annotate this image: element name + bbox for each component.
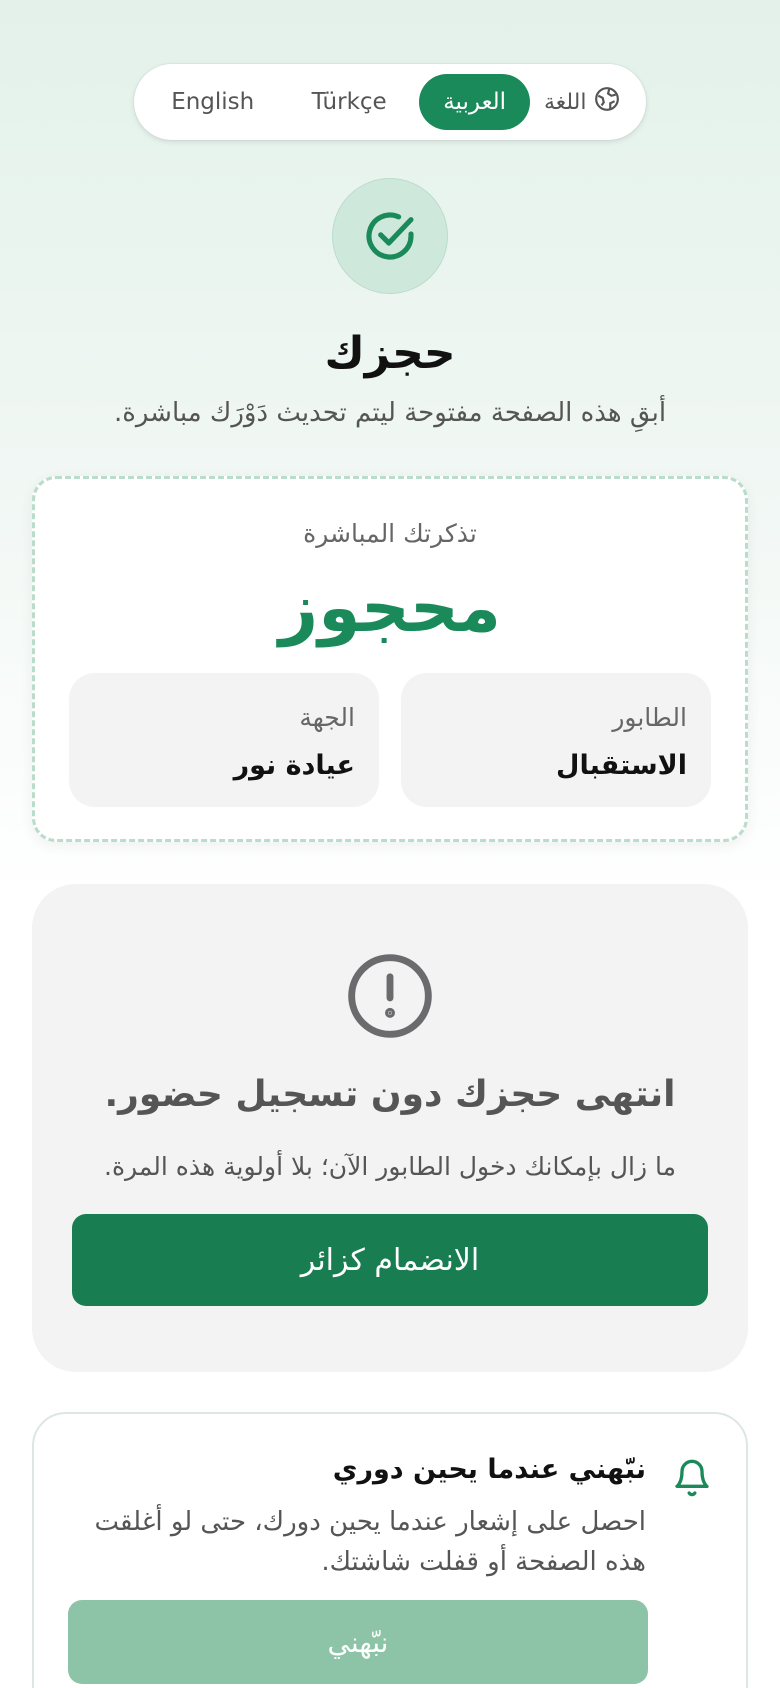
alert-circle-icon: [344, 950, 436, 1042]
ticket-label: تذكرتك المباشرة: [303, 519, 477, 548]
bell-icon: [672, 1456, 712, 1500]
provider-label: الجهة: [299, 703, 355, 732]
language-label: اللغة: [530, 86, 634, 118]
language-switcher: اللغة العربية Türkçe English: [134, 64, 646, 140]
page-subtitle: أبقِ هذه الصفحة مفتوحة ليتم تحديث دَوْرَ…: [113, 398, 667, 428]
expired-reservation-card: انتهى حجزك دون تسجيل حضور. ما زال بإمكان…: [32, 884, 748, 1372]
lang-option-arabic[interactable]: العربية: [418, 74, 531, 130]
notify-text: احصل على إشعار عندما يحين دورك، حتى لو أ…: [94, 1507, 646, 1577]
live-ticket-card: تذكرتك المباشرة محجوز الطابور الاستقبال …: [32, 476, 748, 842]
lang-option-english[interactable]: English: [146, 74, 279, 130]
lang-option-turkish[interactable]: Türkçe: [279, 74, 418, 130]
notify-title: نبّهني عندما يحين دوري: [332, 1454, 646, 1485]
ticket-status: محجوز: [279, 569, 501, 648]
globe-icon: [594, 86, 620, 118]
queue-info: الطابور الاستقبال: [401, 673, 711, 807]
provider-value: عيادة نور: [233, 750, 355, 781]
expired-text: ما زال بإمكانك دخول الطابور الآن؛ بلا أو…: [104, 1152, 676, 1181]
notify-card: نبّهني عندما يحين دوري احصل على إشعار عن…: [32, 1412, 748, 1688]
queue-label: الطابور: [612, 703, 687, 732]
join-as-walk-in-button[interactable]: الانضمام كزائر: [72, 1214, 708, 1306]
provider-info: الجهة عيادة نور: [69, 673, 379, 807]
check-circle-icon: [332, 178, 448, 294]
queue-value: الاستقبال: [556, 750, 687, 781]
expired-title: انتهى حجزك دون تسجيل حضور.: [104, 1074, 676, 1115]
language-label-text: اللغة: [543, 89, 587, 115]
notify-me-button[interactable]: نبّهني: [68, 1600, 648, 1684]
page-title: حجزك: [324, 328, 456, 379]
